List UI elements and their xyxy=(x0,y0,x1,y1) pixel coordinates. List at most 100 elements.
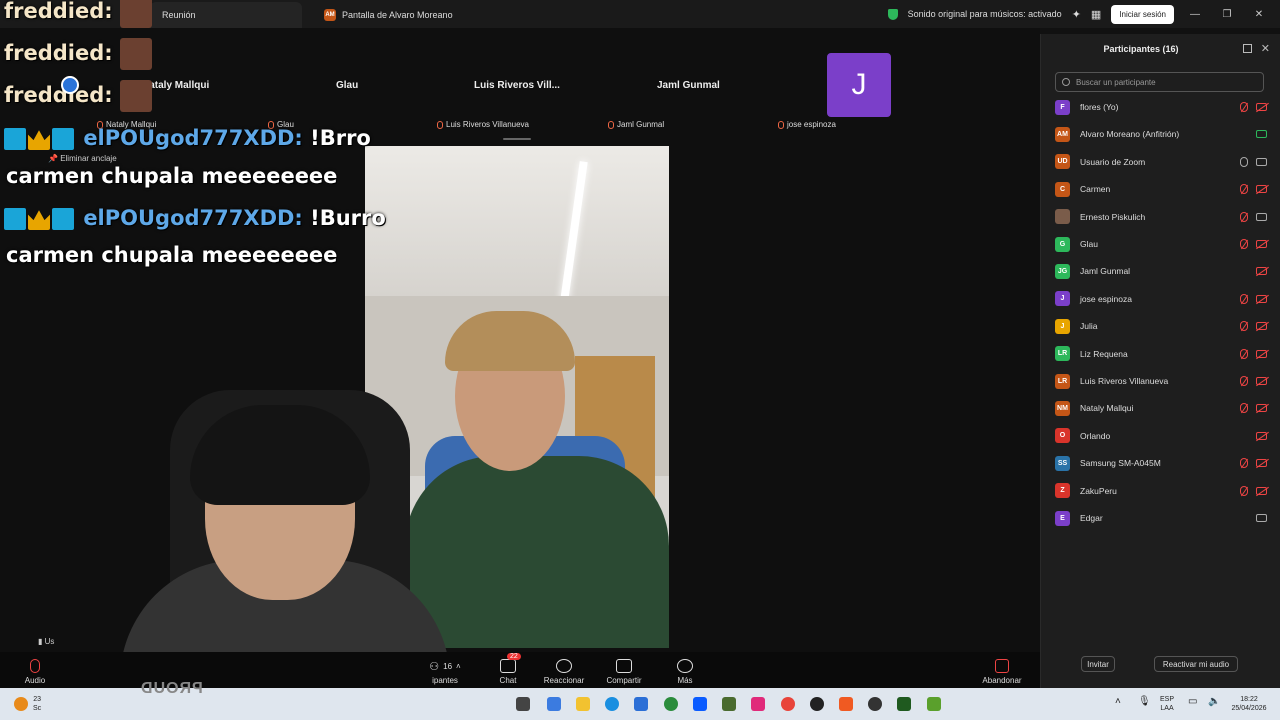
chrome-icon[interactable] xyxy=(868,697,882,711)
mic-off-icon[interactable] xyxy=(1240,403,1248,414)
mic-off-icon[interactable] xyxy=(1240,239,1248,249)
clock[interactable]: 18:22 25/04/2026 xyxy=(1224,695,1274,713)
camera-off-icon[interactable] xyxy=(1256,459,1267,468)
camera-icon[interactable] xyxy=(1256,514,1267,522)
volume-icon[interactable]: 🔈 xyxy=(1208,697,1220,707)
react-button[interactable]: Reaccionar xyxy=(542,652,586,688)
store-icon[interactable] xyxy=(634,697,648,711)
mic-off-icon xyxy=(30,659,40,673)
gg-badge-icon xyxy=(52,208,74,230)
close-icon[interactable]: ✕ xyxy=(1248,9,1270,20)
participant-row[interactable]: O Orlando xyxy=(1055,426,1267,446)
terminal-icon[interactable] xyxy=(897,697,911,711)
mic-off-icon[interactable] xyxy=(1240,348,1248,359)
invite-button[interactable]: Invitar xyxy=(1081,656,1115,672)
emote-image-icon xyxy=(119,80,152,112)
camera-off-icon[interactable] xyxy=(1256,486,1267,495)
participant-row[interactable]: UD Usuario de Zoom xyxy=(1055,152,1267,172)
calendar-icon[interactable]: ▦ xyxy=(1091,8,1101,21)
crown-badge-icon xyxy=(28,210,50,230)
mic-off-icon[interactable] xyxy=(1240,321,1248,332)
restore-icon[interactable]: ❐ xyxy=(1216,9,1238,20)
gallery-scroll-handle[interactable] xyxy=(503,138,531,140)
participants-button[interactable]: ⚇ 16 ˄ ipantes xyxy=(420,652,470,688)
unpin-tooltip[interactable]: 📌 Eliminar anclaje xyxy=(48,154,117,163)
screen: Reunión AM Pantalla de Alvaro Moreano So… xyxy=(0,0,1280,720)
tab-meeting[interactable]: Reunión xyxy=(150,2,302,28)
edge-icon[interactable] xyxy=(605,697,619,711)
file-explorer-icon[interactable] xyxy=(576,697,590,711)
mic-tray-icon[interactable]: 🎙 xyxy=(1138,697,1151,707)
more-button[interactable]: Más xyxy=(672,652,698,688)
minimize-icon[interactable]: — xyxy=(1184,9,1206,20)
participant-row[interactable]: SS Samsung SM-A045M xyxy=(1055,453,1267,473)
share-button[interactable]: Compartir xyxy=(604,652,644,688)
language-indicator[interactable]: ESP LAA xyxy=(1160,695,1174,713)
participant-row[interactable]: AM Alvaro Moreano (Anfitrión) xyxy=(1055,124,1267,144)
brave-icon[interactable] xyxy=(839,697,853,711)
camera-off-icon[interactable] xyxy=(1256,240,1267,248)
opera-icon[interactable] xyxy=(781,697,795,711)
signin-button[interactable]: Iniciar sesión xyxy=(1111,4,1174,24)
participant-search-input[interactable]: Buscar un participante xyxy=(1055,72,1264,92)
leave-label: Abandonar xyxy=(982,676,1022,685)
share-screen-icon[interactable] xyxy=(1256,130,1267,139)
participant-row[interactable]: G Glau xyxy=(1055,234,1267,254)
audio-button[interactable]: Audio xyxy=(20,652,50,688)
participant-row[interactable]: LR Liz Requena xyxy=(1055,344,1267,364)
close-panel-icon[interactable]: ✕ xyxy=(1261,42,1270,55)
chat-button[interactable]: 22 Chat xyxy=(495,652,521,688)
mic-off-icon[interactable] xyxy=(1240,485,1248,496)
mic-off-icon[interactable] xyxy=(1240,458,1248,469)
camera-off-icon[interactable] xyxy=(1256,404,1267,413)
camera-off-icon[interactable] xyxy=(1256,267,1267,276)
task-view-icon[interactable] xyxy=(516,697,530,711)
participant-row[interactable]: JG Jaml Gunmal xyxy=(1055,261,1267,281)
mic-off-icon[interactable] xyxy=(1240,184,1248,195)
participant-row[interactable]: C Carmen xyxy=(1055,179,1267,199)
leave-button[interactable]: Abandonar xyxy=(980,652,1024,688)
tray-chevron-icon[interactable]: ˄ xyxy=(1115,697,1121,707)
participant-row[interactable]: J Julia xyxy=(1055,316,1267,336)
gallery-name: Nataly Mallqui xyxy=(142,80,210,91)
participant-row[interactable]: Z ZakuPeru xyxy=(1055,481,1267,501)
tiktok-icon[interactable] xyxy=(751,697,765,711)
camera-off-icon[interactable] xyxy=(1256,322,1267,331)
chat-text: !Brro xyxy=(310,126,371,150)
minecraft-icon[interactable] xyxy=(722,697,736,711)
participant-row[interactable]: Jjose espinoza xyxy=(1055,289,1267,309)
display-icon[interactable]: ▭ xyxy=(1188,697,1197,707)
mic-off-icon[interactable] xyxy=(1240,211,1248,222)
obs-icon[interactable] xyxy=(810,697,824,711)
copilot-icon[interactable] xyxy=(547,697,561,711)
camera-icon[interactable] xyxy=(1256,212,1267,221)
camera-off-icon[interactable] xyxy=(1256,185,1267,194)
reactivate-audio-button[interactable]: Reactivar mi audio xyxy=(1154,656,1238,672)
participant-row[interactable]: E Edgar xyxy=(1055,508,1267,528)
participant-row[interactable]: NM Nataly Mallqui xyxy=(1055,398,1267,418)
camera-off-icon[interactable] xyxy=(1256,431,1267,440)
camera-off-icon[interactable] xyxy=(1256,377,1267,385)
game-icon[interactable] xyxy=(927,697,941,711)
zoom-icon[interactable] xyxy=(693,697,707,711)
camera-off-icon[interactable] xyxy=(1256,103,1267,111)
xbox-icon[interactable] xyxy=(664,697,678,711)
avatar-tile[interactable]: J xyxy=(827,53,891,117)
chat-message-continued: carmen chupala meeeeeeee xyxy=(6,164,338,188)
camera-off-icon[interactable] xyxy=(1256,349,1267,358)
chevron-up-icon[interactable]: ˄ xyxy=(456,662,461,671)
participant-row[interactable]: LR Luis Riveros Villanueva xyxy=(1055,371,1267,391)
popout-icon[interactable] xyxy=(1243,44,1252,53)
mic-off-icon[interactable] xyxy=(1240,376,1248,386)
pin-icon[interactable] xyxy=(61,76,79,94)
mic-off-icon[interactable] xyxy=(1240,293,1248,304)
mic-off-icon[interactable] xyxy=(1240,102,1248,112)
mic-icon[interactable] xyxy=(1240,156,1248,167)
sparkle-icon[interactable]: ✦ xyxy=(1072,8,1081,21)
camera-icon[interactable] xyxy=(1256,157,1267,166)
participant-row[interactable]: Fflores (Yo) xyxy=(1055,97,1267,117)
tab-screen-share[interactable]: AM Pantalla de Alvaro Moreano xyxy=(312,2,512,28)
camera-off-icon[interactable] xyxy=(1256,294,1267,303)
weather-icon[interactable] xyxy=(14,697,28,711)
participant-row[interactable]: Ernesto Piskulich xyxy=(1055,207,1267,227)
